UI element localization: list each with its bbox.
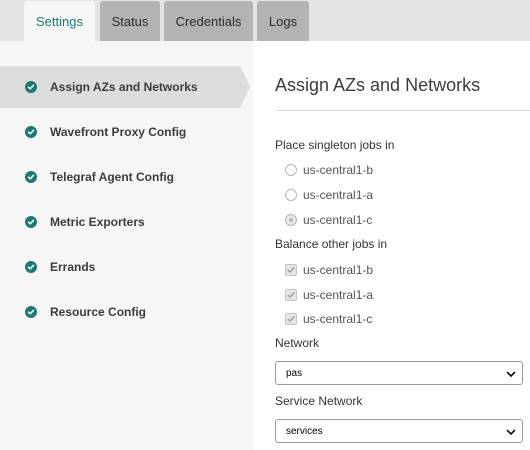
radio-button[interactable] bbox=[285, 164, 297, 176]
balance-jobs-label: Balance other jobs in bbox=[275, 237, 388, 251]
tab-credentials[interactable]: Credentials bbox=[164, 1, 253, 41]
option-label: us-central1-c bbox=[303, 213, 373, 227]
balance-option-us-central1-c[interactable]: us-central1-c bbox=[285, 312, 372, 326]
singleton-option-us-central1-b[interactable]: us-central1-b bbox=[285, 163, 373, 177]
singleton-option-us-central1-c[interactable]: us-central1-c bbox=[285, 213, 372, 227]
checkbox-checked[interactable] bbox=[285, 289, 297, 301]
check-circle-icon bbox=[25, 261, 37, 273]
option-label: us-central1-b bbox=[303, 263, 374, 277]
tab-status[interactable]: Status bbox=[100, 1, 160, 41]
check-circle-icon bbox=[25, 81, 37, 93]
network-select-value: pas bbox=[286, 367, 303, 379]
sidebar-item-wavefront-proxy-config[interactable]: Wavefront Proxy Config bbox=[0, 111, 240, 153]
sidebar-item-label: Errands bbox=[50, 260, 96, 274]
chevron-down-icon bbox=[506, 429, 516, 435]
check-circle-icon bbox=[25, 306, 37, 318]
form-panel: Assign AZs and Networks Place singleton … bbox=[275, 41, 530, 450]
service-network-select-value: services bbox=[286, 425, 323, 437]
option-label: us-central1-a bbox=[303, 188, 374, 202]
checkmark-icon bbox=[287, 267, 295, 273]
sidebar-item-assign-azs-and-networks[interactable]: Assign AZs and Networks bbox=[0, 66, 240, 108]
network-select[interactable]: pas bbox=[275, 361, 523, 385]
sidebar-item-label: Resource Config bbox=[50, 305, 147, 319]
balance-option-us-central1-b[interactable]: us-central1-b bbox=[285, 263, 373, 277]
checkmark-icon bbox=[287, 292, 295, 298]
active-item-arrow bbox=[240, 66, 250, 108]
option-label: us-central1-b bbox=[303, 163, 374, 177]
top-tab-bar: Settings Status Credentials Logs bbox=[0, 0, 530, 41]
radio-button[interactable] bbox=[285, 189, 297, 201]
sidebar-item-errands[interactable]: Errands bbox=[0, 246, 240, 288]
config-sidebar: Assign AZs and Networks Wavefront Proxy … bbox=[0, 41, 253, 450]
sidebar-item-label: Metric Exporters bbox=[50, 215, 145, 229]
sidebar-item-telegraf-agent-config[interactable]: Telegraf Agent Config bbox=[0, 156, 240, 198]
checkbox-checked[interactable] bbox=[285, 313, 297, 325]
title-divider bbox=[275, 110, 530, 111]
network-label: Network bbox=[275, 336, 320, 350]
check-circle-icon bbox=[25, 216, 37, 228]
sidebar-item-label: Wavefront Proxy Config bbox=[50, 125, 187, 139]
check-circle-icon bbox=[25, 126, 37, 138]
sidebar-item-metric-exporters[interactable]: Metric Exporters bbox=[0, 201, 240, 243]
option-label: us-central1-c bbox=[303, 312, 373, 326]
sidebar-item-resource-config[interactable]: Resource Config bbox=[0, 291, 240, 333]
checkbox-checked[interactable] bbox=[285, 264, 297, 276]
chevron-down-icon bbox=[506, 371, 516, 377]
service-network-label: Service Network bbox=[275, 394, 363, 408]
tab-settings[interactable]: Settings bbox=[24, 1, 95, 41]
tab-logs[interactable]: Logs bbox=[257, 1, 309, 41]
singleton-option-us-central1-a[interactable]: us-central1-a bbox=[285, 188, 373, 202]
radio-button-selected[interactable] bbox=[285, 214, 297, 226]
sidebar-item-label: Assign AZs and Networks bbox=[50, 80, 198, 94]
singleton-jobs-label: Place singleton jobs in bbox=[275, 138, 395, 152]
option-label: us-central1-a bbox=[303, 288, 374, 302]
page-title: Assign AZs and Networks bbox=[275, 75, 481, 95]
checkmark-icon bbox=[287, 316, 295, 322]
balance-option-us-central1-a[interactable]: us-central1-a bbox=[285, 288, 373, 302]
check-circle-icon bbox=[25, 171, 37, 183]
service-network-select[interactable]: services bbox=[275, 419, 523, 443]
sidebar-item-label: Telegraf Agent Config bbox=[50, 170, 174, 184]
